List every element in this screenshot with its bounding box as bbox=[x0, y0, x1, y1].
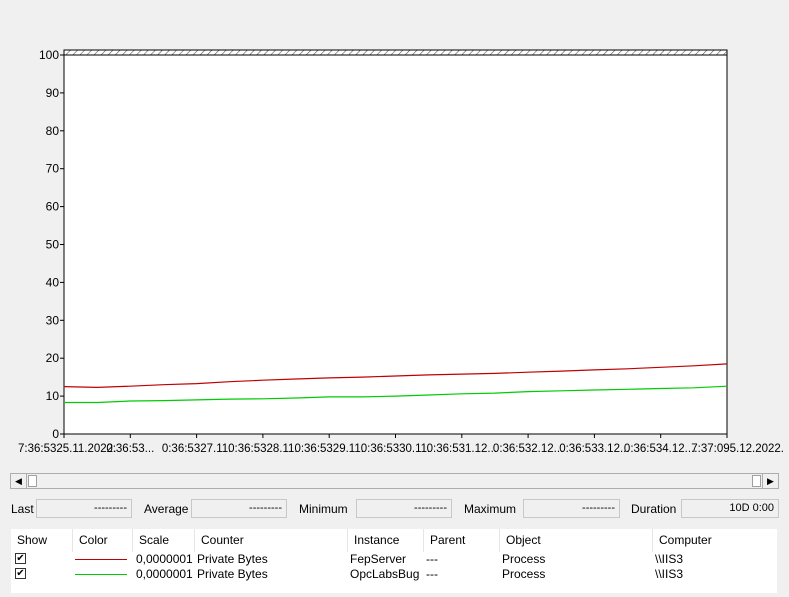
x-tick-label: 0:36:534.12.... bbox=[624, 443, 698, 455]
x-tick-label: 0:36:5328.11. bbox=[228, 443, 298, 455]
y-tick-label: 90 bbox=[46, 86, 60, 100]
header-counter[interactable]: Counter bbox=[195, 529, 348, 552]
header-object[interactable]: Object bbox=[500, 529, 653, 552]
y-tick-label: 30 bbox=[46, 313, 60, 327]
x-tick-label: 0:36:532.12... bbox=[493, 443, 563, 455]
duration-label: Duration bbox=[631, 502, 677, 516]
y-tick-label: 10 bbox=[46, 389, 60, 403]
overflow-hatch bbox=[63, 49, 728, 56]
object-cell: Process bbox=[502, 567, 546, 581]
color-swatch bbox=[75, 559, 127, 560]
maximum-value: --------- bbox=[523, 499, 620, 518]
header-instance[interactable]: Instance bbox=[348, 529, 424, 552]
scroll-left-button[interactable]: ◀ bbox=[11, 474, 27, 488]
y-tick-label: 40 bbox=[46, 275, 60, 289]
header-show[interactable]: Show bbox=[11, 529, 73, 552]
duration-value: 10D 0:00 bbox=[681, 499, 779, 518]
y-tick-label: 60 bbox=[46, 200, 60, 214]
computer-cell: \\IIS3 bbox=[655, 567, 684, 581]
average-value: --------- bbox=[191, 499, 287, 518]
parent-cell: --- bbox=[426, 552, 438, 566]
scale-cell: 0,0000001 bbox=[136, 552, 193, 566]
x-tick-label: 0:36:5327.11. bbox=[162, 443, 232, 455]
x-tick-label: 7:37:095.12.2022. bbox=[691, 443, 784, 455]
y-tick-label: 80 bbox=[46, 124, 60, 138]
left-arrow-icon: ◀ bbox=[15, 475, 22, 486]
instance-cell: OpcLabsBug bbox=[350, 567, 420, 581]
right-arrow-icon: ▶ bbox=[767, 475, 774, 486]
x-tick-label: 7:36:5325.11.2022. bbox=[18, 443, 116, 455]
y-tick-label: 100 bbox=[39, 48, 59, 62]
color-swatch bbox=[75, 574, 127, 575]
y-tick-label: 70 bbox=[46, 162, 60, 176]
y-tick-label: 50 bbox=[46, 238, 60, 252]
show-checkbox[interactable]: ✔ bbox=[15, 568, 26, 579]
horizontal-scrollbar[interactable]: ◀ ▶ bbox=[10, 473, 779, 489]
object-cell: Process bbox=[502, 552, 546, 566]
x-tick-label: 0:36:533.12... bbox=[559, 443, 629, 455]
x-tick-label: 0:36:53... bbox=[106, 443, 154, 455]
minimum-label: Minimum bbox=[299, 502, 348, 516]
computer-cell: \\IIS3 bbox=[655, 552, 684, 566]
header-scale[interactable]: Scale bbox=[133, 529, 195, 552]
scroll-end-handle[interactable] bbox=[752, 475, 761, 487]
counter-cell: Private Bytes bbox=[197, 567, 268, 581]
header-color[interactable]: Color bbox=[73, 529, 133, 552]
maximum-label: Maximum bbox=[464, 502, 517, 516]
counter-row[interactable]: ✔ 0,0000001 Private Bytes FepServer --- … bbox=[11, 552, 777, 567]
parent-cell: --- bbox=[426, 567, 438, 581]
instance-cell: FepServer bbox=[350, 552, 407, 566]
last-label: Last bbox=[11, 502, 34, 516]
x-tick-label: 0:36:531.12... bbox=[427, 443, 497, 455]
x-tick-label: 0:36:5330.11. bbox=[361, 443, 431, 455]
last-value: --------- bbox=[36, 499, 132, 518]
scroll-start-handle[interactable] bbox=[28, 475, 37, 487]
y-tick-label: 20 bbox=[46, 351, 60, 365]
average-label: Average bbox=[144, 502, 189, 516]
counter-table: Show Color Scale Counter Instance Parent… bbox=[11, 529, 777, 593]
minimum-value: --------- bbox=[356, 499, 452, 518]
header-computer[interactable]: Computer bbox=[653, 529, 777, 552]
y-tick-label: 0 bbox=[52, 427, 59, 441]
counter-row[interactable]: ✔ 0,0000001 Private Bytes OpcLabsBug ---… bbox=[11, 567, 777, 582]
performance-chart: 0 10 20 30 40 50 60 70 80 90 100 7:36:5325.11.2022… bbox=[18, 48, 784, 455]
show-checkbox[interactable]: ✔ bbox=[15, 553, 26, 564]
scroll-right-button[interactable]: ▶ bbox=[762, 474, 778, 488]
counter-cell: Private Bytes bbox=[197, 552, 268, 566]
scale-cell: 0,0000001 bbox=[136, 567, 193, 581]
x-tick-label: 0:36:5329.11. bbox=[294, 443, 364, 455]
header-parent[interactable]: Parent bbox=[424, 529, 500, 552]
